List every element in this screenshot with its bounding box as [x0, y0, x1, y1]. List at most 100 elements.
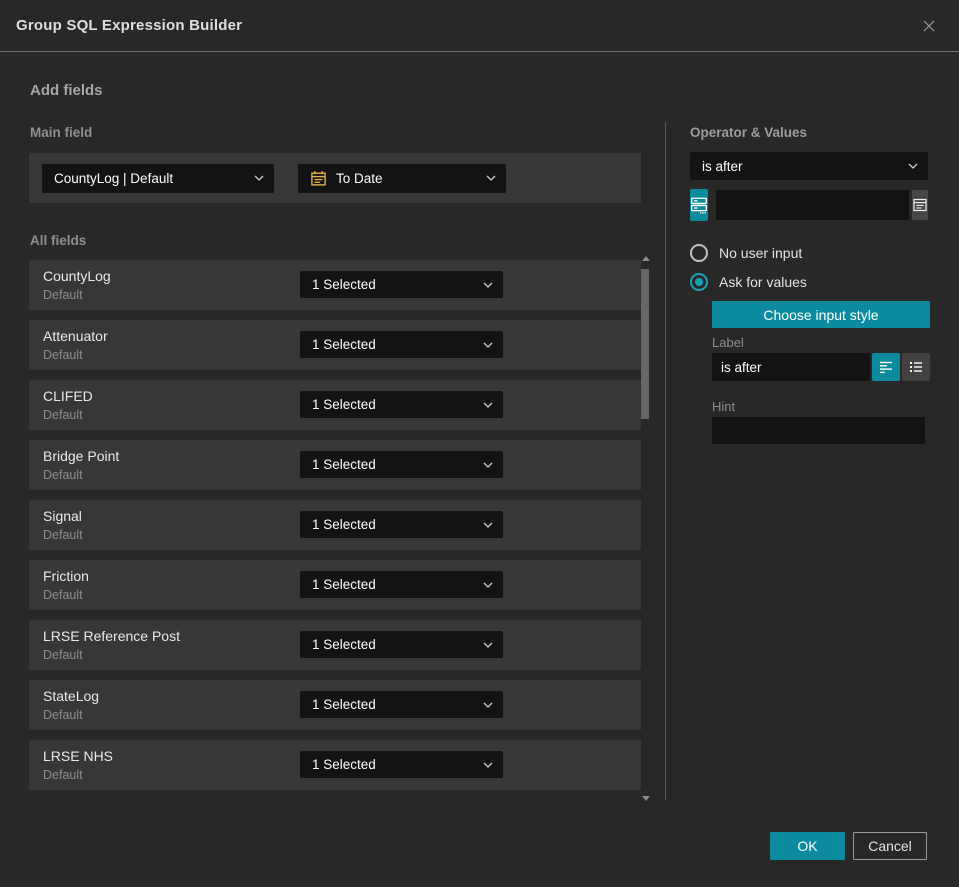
all-fields-list: CountyLog Default 1 Selected Attenuator … — [29, 260, 641, 800]
add-fields-heading: Add fields — [30, 82, 103, 99]
vertical-divider — [665, 122, 666, 800]
scroll-up-arrow[interactable] — [642, 256, 650, 261]
close-button[interactable] — [917, 14, 941, 38]
field-detail: Default — [43, 288, 83, 302]
field-row: Bridge Point Default 1 Selected — [29, 440, 641, 490]
field-selected-dropdown[interactable]: 1 Selected — [300, 331, 503, 358]
field-name: CountyLog — [43, 268, 111, 284]
field-selected-dropdown[interactable]: 1 Selected — [300, 631, 503, 658]
label-input[interactable] — [712, 353, 870, 381]
label-input-row — [712, 353, 930, 381]
field-selected-dropdown[interactable]: 1 Selected — [300, 571, 503, 598]
hint-input[interactable] — [712, 417, 925, 444]
list-scrollbar — [640, 256, 652, 801]
field-select-value: 1 Selected — [312, 637, 376, 652]
dialog-title: Group SQL Expression Builder — [16, 17, 243, 34]
field-name: StateLog — [43, 688, 100, 704]
group-sql-expression-builder-dialog: Group SQL Expression Builder Add fields … — [0, 0, 959, 887]
field-select-value: 1 Selected — [312, 517, 376, 532]
values-from-data-button[interactable] — [690, 189, 708, 221]
operator-select[interactable]: is after — [690, 152, 928, 180]
scrollbar-thumb[interactable] — [641, 269, 649, 419]
field-selected-dropdown[interactable]: 1 Selected — [300, 511, 503, 538]
main-field-select[interactable]: CountyLog | Default — [42, 163, 274, 193]
chevron-down-icon — [483, 642, 493, 648]
field-row: CLIFED Default 1 Selected — [29, 380, 641, 430]
field-select-value: 1 Selected — [312, 277, 376, 292]
main-field-select-value: CountyLog | Default — [54, 170, 174, 186]
field-select-value: 1 Selected — [312, 397, 376, 412]
choose-input-style-button[interactable]: Choose input style — [712, 301, 930, 328]
chevron-down-icon — [483, 342, 493, 348]
main-field-type-select[interactable]: To Date — [298, 163, 506, 193]
close-icon — [921, 20, 937, 37]
radio-label: No user input — [719, 245, 803, 261]
chevron-down-icon — [483, 402, 493, 408]
titlebar: Group SQL Expression Builder — [0, 0, 959, 52]
chevron-down-icon — [483, 522, 493, 528]
calendar-icon — [310, 170, 327, 187]
field-detail: Default — [43, 348, 83, 362]
field-name: Attenuator — [43, 328, 108, 344]
radio-ask-for-values[interactable]: Ask for values — [690, 273, 807, 291]
all-fields-label: All fields — [30, 233, 87, 248]
field-row: LRSE NHS Default 1 Selected — [29, 740, 641, 790]
input-style-textbox-button[interactable] — [872, 353, 900, 381]
chevron-down-icon — [483, 762, 493, 768]
cancel-button[interactable]: Cancel — [853, 832, 927, 860]
field-detail: Default — [43, 528, 83, 542]
field-row: Friction Default 1 Selected — [29, 560, 641, 610]
field-select-value: 1 Selected — [312, 757, 376, 772]
chevron-down-icon — [483, 702, 493, 708]
calendar-icon — [912, 197, 928, 213]
field-name: LRSE Reference Post — [43, 628, 180, 644]
date-picker-button[interactable] — [912, 190, 928, 220]
field-name: Signal — [43, 508, 82, 524]
field-name: CLIFED — [43, 388, 93, 404]
hint-field-label: Hint — [712, 399, 736, 414]
date-value-input[interactable] — [716, 190, 909, 220]
unique-values-icon — [690, 196, 708, 214]
field-name: Bridge Point — [43, 448, 120, 464]
main-field-label: Main field — [30, 125, 93, 140]
chevron-down-icon — [254, 175, 264, 181]
field-name: LRSE NHS — [43, 748, 114, 764]
text-align-left-icon — [878, 359, 894, 375]
main-field-panel: CountyLog | Default To Date — [29, 153, 641, 203]
input-style-list-button[interactable] — [902, 353, 930, 381]
field-detail: Default — [43, 708, 83, 722]
label-field-label: Label — [712, 335, 744, 350]
dialog-content: Add fields Main field CountyLog | Defaul… — [0, 52, 959, 886]
radio-no-user-input[interactable]: No user input — [690, 244, 802, 262]
field-selected-dropdown[interactable]: 1 Selected — [300, 391, 503, 418]
list-icon — [908, 359, 924, 375]
field-select-value: 1 Selected — [312, 697, 376, 712]
chevron-down-icon — [486, 175, 496, 181]
field-detail: Default — [43, 588, 83, 602]
field-selected-dropdown[interactable]: 1 Selected — [300, 451, 503, 478]
field-row: Attenuator Default 1 Selected — [29, 320, 641, 370]
chevron-down-icon — [908, 163, 918, 169]
ok-button[interactable]: OK — [770, 832, 845, 860]
chevron-down-icon — [483, 282, 493, 288]
radio-label: Ask for values — [719, 274, 807, 290]
field-select-value: 1 Selected — [312, 577, 376, 592]
field-name: Friction — [43, 568, 89, 584]
chevron-down-icon — [483, 462, 493, 468]
field-selected-dropdown[interactable]: 1 Selected — [300, 751, 503, 778]
scroll-down-arrow[interactable] — [642, 796, 650, 801]
field-row: CountyLog Default 1 Selected — [29, 260, 641, 310]
field-selected-dropdown[interactable]: 1 Selected — [300, 271, 503, 298]
radio-icon — [690, 244, 708, 262]
field-detail: Default — [43, 468, 83, 482]
field-row: Signal Default 1 Selected — [29, 500, 641, 550]
value-input-row — [690, 189, 928, 221]
operator-values-heading: Operator & Values — [690, 125, 808, 140]
field-select-value: 1 Selected — [312, 337, 376, 352]
field-detail: Default — [43, 648, 83, 662]
main-field-type-value: To Date — [336, 170, 383, 186]
field-row: StateLog Default 1 Selected — [29, 680, 641, 730]
radio-icon — [690, 273, 708, 291]
chevron-down-icon — [483, 582, 493, 588]
field-selected-dropdown[interactable]: 1 Selected — [300, 691, 503, 718]
